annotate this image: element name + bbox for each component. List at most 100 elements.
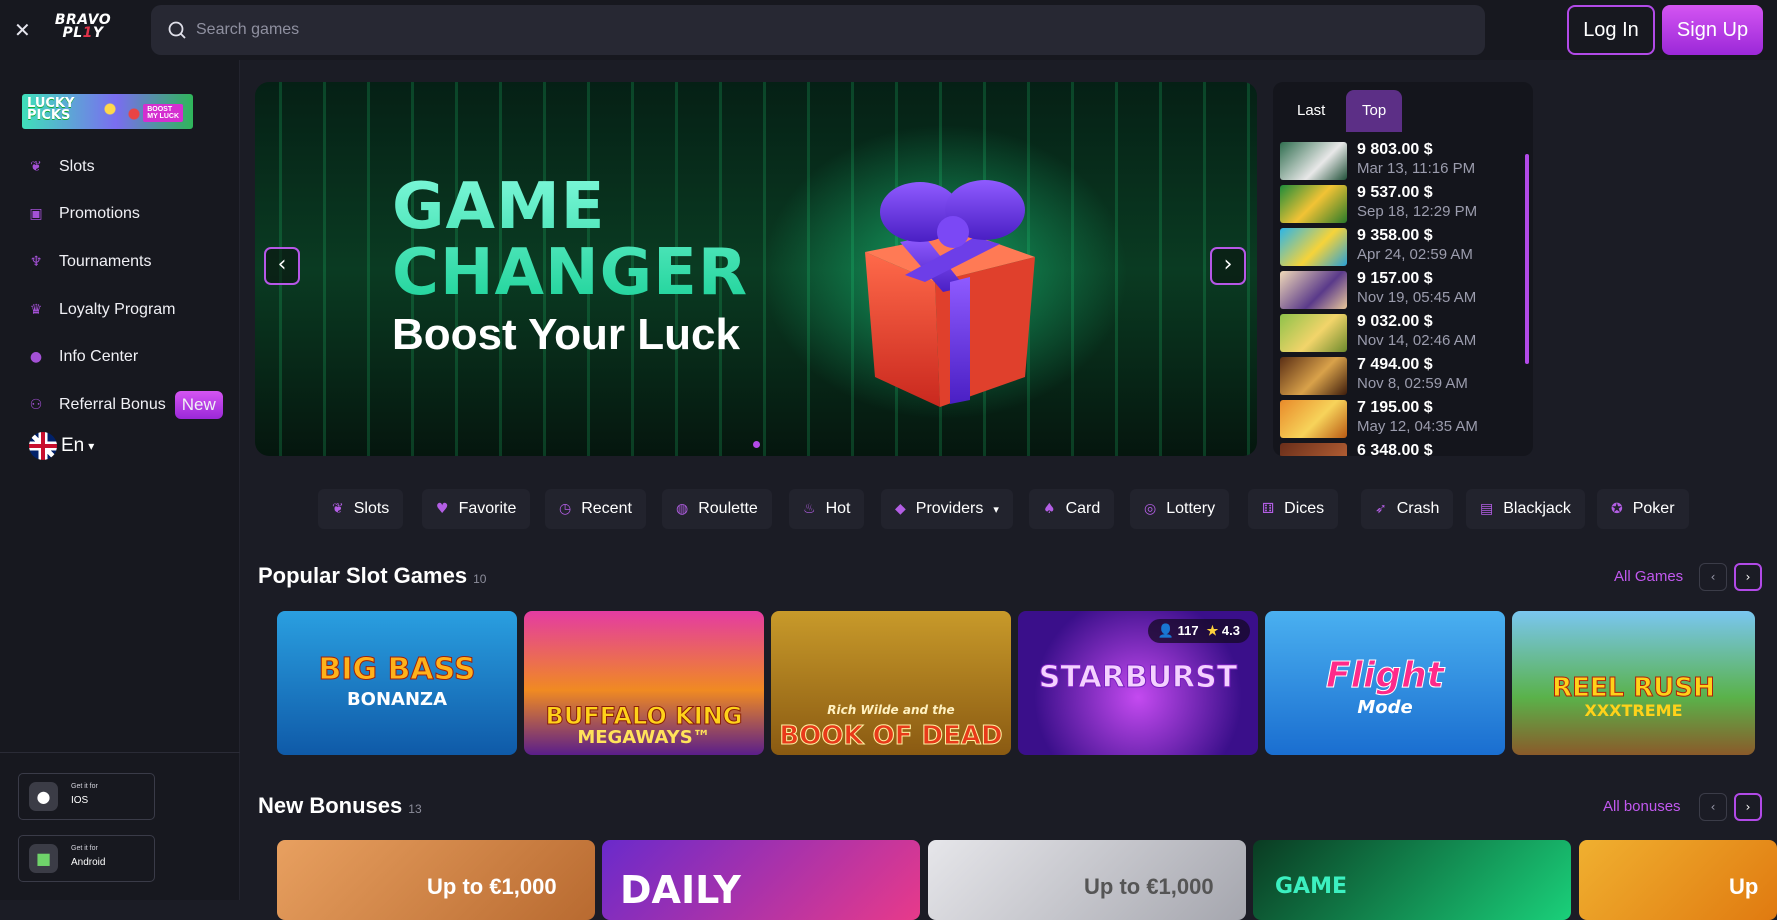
tab-last[interactable]: Last: [1281, 90, 1341, 132]
hero-subtitle: Boost Your Luck: [392, 310, 740, 359]
popular-prev-button[interactable]: ‹: [1699, 563, 1727, 591]
category-label: Lottery: [1166, 500, 1216, 517]
list-item[interactable]: 9 157.00 $ Nov 19, 05:45 AM: [1280, 270, 1515, 310]
hero-banner[interactable]: GAME CHANGER Boost Your Luck ‹ ›: [255, 82, 1257, 456]
game-subtitle: XXXTREME: [1584, 701, 1683, 720]
category-hot[interactable]: ♨ Hot: [789, 489, 865, 529]
category-dices[interactable]: ⚅ Dices: [1248, 489, 1339, 529]
game-thumbnail: [1280, 228, 1347, 266]
sidebar-divider: [0, 752, 240, 753]
top-bar: ✕ BRAVO PL1Y Log In Sign Up: [0, 0, 1777, 60]
bonus-text: Up to €1,000: [427, 874, 557, 899]
search-icon: [168, 21, 186, 39]
win-date: May 12, 04:35 AM: [1357, 418, 1478, 435]
win-date: Nov 8, 02:59 AM: [1357, 375, 1468, 392]
category-crash[interactable]: ➶ Crash: [1361, 489, 1454, 529]
category-label: Crash: [1396, 500, 1440, 517]
login-button[interactable]: Log In: [1567, 5, 1655, 55]
sidebar-item-info-center[interactable]: ● Info Center: [28, 342, 228, 372]
game-title: REEL RUSH: [1552, 673, 1716, 704]
list-item[interactable]: 6 348.00 $: [1280, 442, 1515, 456]
list-item[interactable]: 7 195.00 $ May 12, 04:35 AM: [1280, 399, 1515, 439]
top-wins-panel: Last Top 9 803.00 $ Mar 13, 11:16 PM 9 5…: [1273, 82, 1533, 456]
all-bonuses-link[interactable]: All bonuses: [1603, 798, 1681, 815]
win-amount: 9 358.00 $: [1357, 227, 1433, 244]
sidebar-item-referral[interactable]: ⚇ Referral Bonus New: [28, 390, 228, 420]
bonuses-prev-button[interactable]: ‹: [1699, 793, 1727, 821]
logo-line-2: PL1Y: [62, 25, 104, 41]
game-card-flight-mode[interactable]: Flight Mode: [1265, 611, 1505, 755]
list-item[interactable]: 7 494.00 $ Nov 8, 02:59 AM: [1280, 356, 1515, 396]
category-label: Providers: [915, 500, 984, 517]
list-item[interactable]: 9 803.00 $ Mar 13, 11:16 PM: [1280, 141, 1515, 181]
hero-prev-arrow[interactable]: ‹: [264, 247, 300, 285]
category-slots[interactable]: ❦ Slots: [318, 489, 404, 529]
list-item[interactable]: 9 358.00 $ Apr 24, 02:59 AM: [1280, 227, 1515, 267]
category-favorite[interactable]: ♥ Favorite: [422, 489, 531, 529]
category-roulette[interactable]: ◍ Roulette: [662, 489, 772, 529]
popular-count: 10: [473, 572, 487, 586]
category-label: Hot: [825, 500, 851, 517]
lucky-picks-banner[interactable]: LUCKY PICKS BOOST MY LUCK: [22, 94, 193, 129]
category-label: Card: [1065, 500, 1101, 517]
search-input[interactable]: [196, 5, 1396, 55]
bonus-text: Up: [1729, 874, 1759, 899]
star-icon: ★: [1206, 623, 1219, 638]
roulette-icon: ◍: [676, 501, 689, 517]
category-blackjack[interactable]: ▤ Blackjack: [1466, 489, 1585, 529]
close-icon[interactable]: ✕: [14, 18, 31, 42]
logo[interactable]: BRAVO PL1Y: [48, 13, 118, 41]
bonus-card[interactable]: Up: [1579, 840, 1777, 920]
sidebar-item-tournaments[interactable]: ♆ Tournaments: [28, 247, 228, 277]
game-card-starburst[interactable]: STARBURST 👤 117 ★ 4.3: [1018, 611, 1258, 755]
signup-button[interactable]: Sign Up: [1662, 5, 1763, 55]
bonus-card[interactable]: Up to €1,000: [928, 840, 1246, 920]
hero-title: GAME CHANGER: [392, 170, 749, 310]
category-label: Favorite: [458, 500, 517, 517]
sidebar-item-slots[interactable]: ❦ Slots: [28, 152, 228, 182]
bonuses-next-button[interactable]: ›: [1734, 793, 1762, 821]
game-card-big-bass[interactable]: BIG BASS BONANZA: [277, 611, 517, 755]
chip-icon: ✪: [1611, 501, 1623, 517]
language-label: En: [61, 435, 85, 456]
game-card-buffalo-king[interactable]: BUFFALO KING MEGAWAYS™: [524, 611, 764, 755]
lottery-icon: ◎: [1144, 501, 1157, 517]
language-selector[interactable]: En ▾: [29, 432, 94, 460]
category-providers[interactable]: ◆ Providers ▾: [881, 489, 1013, 529]
category-recent[interactable]: ◷ Recent: [545, 489, 646, 529]
game-card-book-of-dead[interactable]: Rich Wilde and the BOOK OF DEAD: [771, 611, 1011, 755]
hero-next-arrow[interactable]: ›: [1210, 247, 1246, 285]
category-lottery[interactable]: ◎ Lottery: [1130, 489, 1230, 529]
category-card[interactable]: ♠ Card: [1029, 489, 1115, 529]
chevron-down-icon: ▾: [993, 502, 999, 516]
crown-icon: ♛: [29, 302, 43, 318]
game-title: STARBURST: [1038, 660, 1238, 695]
ios-app-button[interactable]: ● Get it for IOS: [18, 773, 155, 820]
bonus-card[interactable]: Up to €1,000: [277, 840, 595, 920]
category-poker[interactable]: ✪ Poker: [1597, 489, 1689, 529]
sidebar-item-label: Slots: [59, 158, 95, 175]
history-icon: ◷: [559, 501, 572, 517]
win-amount: 7 494.00 $: [1357, 356, 1433, 373]
heart-icon: ♥: [436, 501, 449, 517]
user-icon: 👤: [1157, 623, 1175, 638]
search-bar[interactable]: [151, 5, 1485, 55]
info-icon: ●: [29, 349, 43, 365]
all-games-link[interactable]: All Games: [1614, 568, 1683, 585]
tab-top[interactable]: Top: [1346, 90, 1403, 132]
popular-next-button[interactable]: ›: [1734, 563, 1762, 591]
slide-indicator-dot[interactable]: [753, 441, 760, 448]
rating-badge: 👤 117 ★ 4.3: [1147, 619, 1250, 643]
android-app-button[interactable]: ■ Get it for Android: [18, 835, 155, 882]
win-date: Apr 24, 02:59 AM: [1357, 246, 1473, 263]
bonus-card[interactable]: DAILY: [602, 840, 920, 920]
winners-scrollbar[interactable]: [1525, 154, 1529, 364]
game-thumbnail: [1280, 314, 1347, 352]
list-item[interactable]: 9 032.00 $ Nov 14, 02:46 AM: [1280, 313, 1515, 353]
sidebar-item-promotions[interactable]: ▣ Promotions: [28, 199, 228, 229]
sidebar-item-loyalty[interactable]: ♛ Loyalty Program: [28, 295, 228, 325]
game-card-reel-rush[interactable]: REEL RUSH XXXTREME: [1512, 611, 1755, 755]
list-item[interactable]: 9 537.00 $ Sep 18, 12:29 PM: [1280, 184, 1515, 224]
bonus-card[interactable]: GAME: [1253, 840, 1571, 920]
cards-icon: ♠: [1043, 501, 1056, 517]
